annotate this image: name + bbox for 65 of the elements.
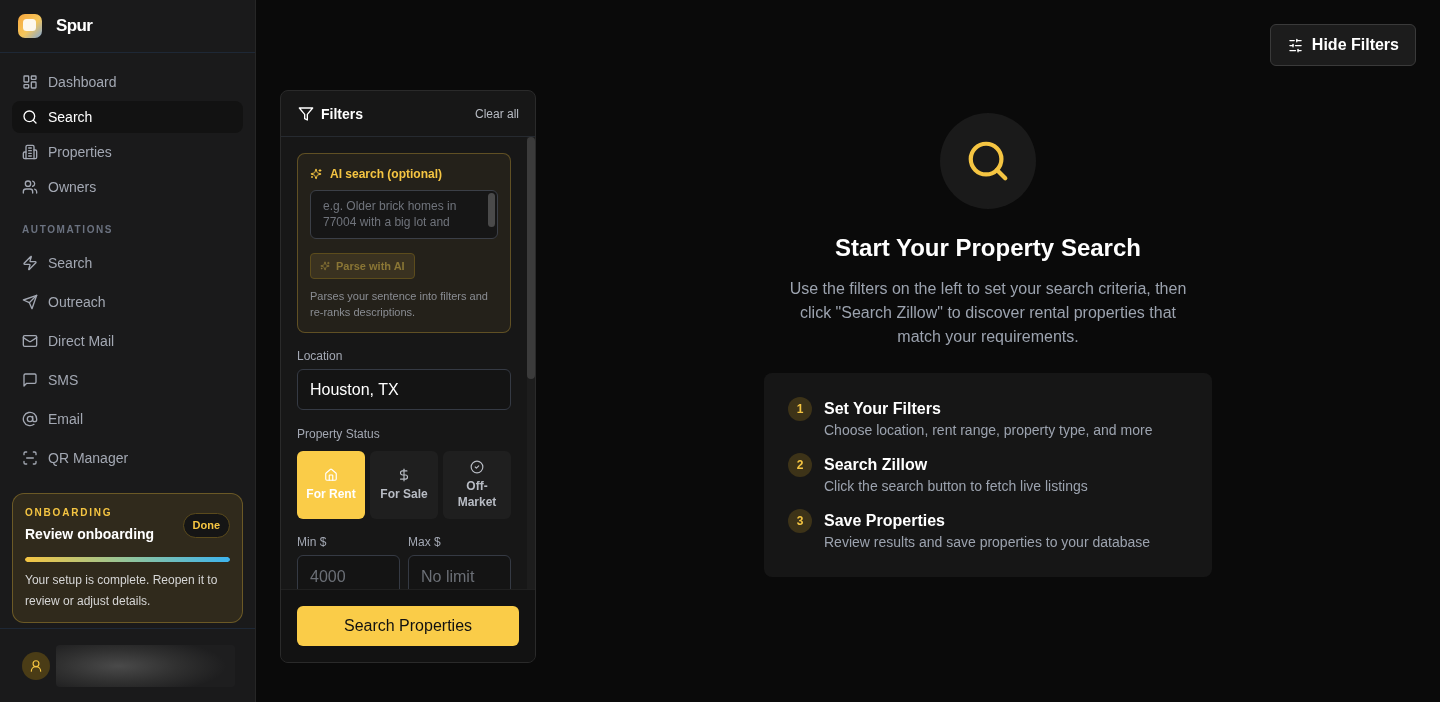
done-badge: Done	[182, 512, 230, 538]
onboarding-description: Your setup is complete. Reopen it to review or adjust details.	[25, 572, 219, 610]
status-option[interactable]: For Sale	[370, 451, 438, 519]
clear-all-link[interactable]: Clear all	[475, 106, 519, 121]
empty-state-title: Start Your Property Search	[835, 233, 1141, 263]
sparkles-icon	[320, 261, 330, 271]
users-icon	[22, 179, 38, 195]
step-number: 3	[788, 509, 812, 533]
onboarding-eyebrow: ONBOARDING	[25, 506, 114, 520]
step-number: 2	[788, 453, 812, 477]
nav-item[interactable]: Outreach	[12, 284, 243, 320]
step-title: Search Zillow	[824, 455, 929, 475]
ai-search-field[interactable]: e.g. Older brick homes in 77004 with a big lot and	[310, 190, 498, 239]
at-sign-icon	[22, 411, 38, 427]
nav-item[interactable]: Owners	[12, 171, 243, 203]
hide-filters-button[interactable]: Hide Filters	[1269, 24, 1416, 66]
field-label: Min $	[297, 535, 328, 549]
search-icon	[22, 109, 38, 125]
onboarding-title: Review onboarding	[25, 525, 155, 544]
step-description: Review results and save properties to your database	[824, 533, 1151, 552]
nav-item[interactable]: SMS	[12, 362, 243, 398]
send-icon	[22, 294, 38, 310]
location-input[interactable]: Houston, TX	[297, 369, 511, 410]
nav-item[interactable]: Direct Mail	[12, 323, 243, 359]
chat-bubble-icon	[22, 372, 38, 388]
field-label: Property Status	[297, 427, 381, 441]
nav-item[interactable]: QR Manager	[12, 440, 243, 476]
dollar-icon	[397, 468, 411, 482]
logo-icon	[18, 14, 42, 38]
nav-item[interactable]: Search	[12, 101, 243, 133]
user-avatar-icon	[22, 651, 50, 680]
filter-icon	[298, 105, 314, 122]
sliders-icon	[1287, 37, 1303, 53]
price-input[interactable]: 4000	[297, 555, 400, 589]
scrollbar-thumb[interactable]	[527, 137, 535, 379]
status-option[interactable]: Off-Market	[443, 451, 511, 519]
panel-title: Filters	[321, 105, 363, 122]
ai-search-help: Parses your sentence into filters and re-ranks descriptions.	[310, 289, 489, 320]
field-label: Max $	[408, 535, 442, 549]
search-properties-button[interactable]: Search Properties	[297, 606, 519, 646]
brand-name: Spur	[56, 16, 93, 36]
section-label: AUTOMATIONS	[22, 224, 115, 236]
empty-state-description: Use the filters on the left to set your search criteria, then click "Search Zillow" to discover rental properties that match your requirements.	[788, 279, 1188, 347]
step-description: Click the search button to fetch live listings	[824, 477, 1088, 496]
nav-item[interactable]: Search	[12, 245, 243, 281]
ai-search-title: AI search (optional)	[330, 167, 442, 181]
scrollbar-track[interactable]	[527, 137, 535, 589]
step-description: Choose location, rent range, property type, and more	[824, 421, 1153, 440]
house-icon	[324, 468, 338, 482]
scan-icon	[22, 450, 38, 466]
field-label: Location	[297, 349, 344, 363]
building-icon	[22, 144, 38, 160]
step-title: Set Your Filters	[824, 399, 942, 419]
nav-item[interactable]: Properties	[12, 136, 243, 168]
nav-item[interactable]: Email	[12, 401, 243, 437]
step-number: 1	[788, 397, 812, 421]
grid-icon	[22, 74, 38, 90]
mail-icon	[22, 333, 38, 349]
scrollbar-thumb[interactable]	[488, 193, 495, 227]
lightning-icon	[22, 255, 38, 271]
price-input[interactable]: No limit	[408, 555, 511, 589]
check-circle-icon	[470, 460, 484, 474]
nav-item[interactable]: Dashboard	[12, 66, 243, 98]
step-title: Save Properties	[824, 511, 946, 531]
sparkles-icon	[310, 168, 322, 180]
